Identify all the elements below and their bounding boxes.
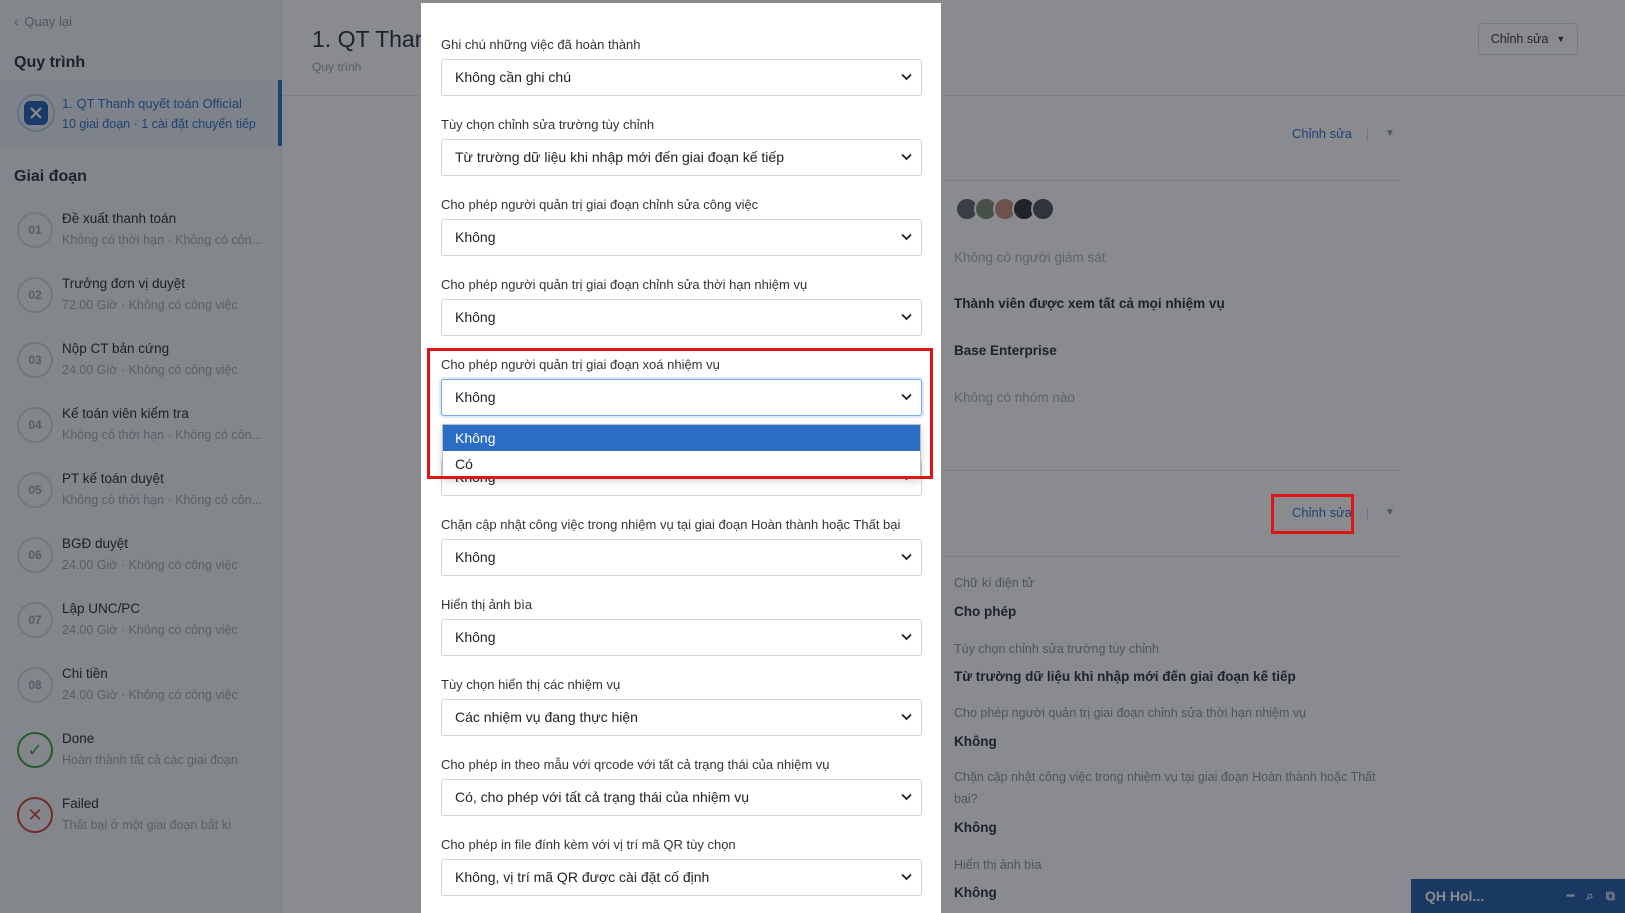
- settings-modal: Ghi chú những việc đã hoàn thành Không cầ…: [421, 3, 941, 913]
- field-label: Tùy chọn chỉnh sửa trường tùy chỉnh: [441, 117, 655, 132]
- settings-field: Tùy chọn chỉnh sửa trường tùy chỉnh Từ tr…: [441, 117, 922, 176]
- select-value: Không, vị trí mã QR được cài đặt cố định: [455, 869, 710, 885]
- highlight-box: [427, 348, 933, 479]
- settings-field: Cho phép người quản trị giai đoạn chỉnh …: [441, 197, 922, 256]
- field-select[interactable]: Không: [441, 219, 922, 256]
- settings-field: Tùy chọn hiển thị các nhiệm vụ Các nhiệm …: [441, 677, 922, 736]
- chevron-down-icon: [901, 713, 912, 721]
- chevron-down-icon: [901, 553, 912, 561]
- field-select[interactable]: Không: [441, 299, 922, 336]
- select-value: Không: [455, 549, 496, 565]
- field-label: Cho phép người quản trị giai đoạn chỉnh …: [441, 197, 759, 212]
- settings-field: Ghi chú những việc đã hoàn thành Không cầ…: [441, 37, 922, 96]
- field-label: Cho phép in theo mẫu với qrcode với tất …: [441, 757, 830, 772]
- field-label: Cho phép in file đính kèm với vị trí mã …: [441, 837, 736, 852]
- chevron-down-icon: [901, 793, 912, 801]
- settings-field: Cho phép in theo mẫu với qrcode với tất …: [441, 757, 922, 816]
- field-label: Cho phép người quản trị giai đoạn chỉnh …: [441, 277, 808, 292]
- field-select[interactable]: Có, cho phép với tất cả trạng thái của n…: [441, 779, 922, 816]
- chevron-down-icon: [901, 153, 912, 161]
- field-label: Chặn cập nhật công việc trong nhiệm vụ t…: [441, 517, 901, 532]
- select-value: Không: [455, 629, 496, 645]
- field-select[interactable]: Các nhiệm vụ đang thực hiện: [441, 699, 922, 736]
- select-value: Không: [455, 229, 496, 245]
- select-value: Có, cho phép với tất cả trạng thái của n…: [455, 789, 750, 805]
- select-value: Các nhiệm vụ đang thực hiện: [455, 709, 638, 725]
- chevron-down-icon: [901, 233, 912, 241]
- chevron-down-icon: [901, 873, 912, 881]
- settings-field: Cho phép người quản trị giai đoạn chỉnh …: [441, 277, 922, 336]
- select-value: Không: [455, 309, 496, 325]
- field-select[interactable]: Không, vị trí mã QR được cài đặt cố định: [441, 859, 922, 896]
- field-label: Tùy chọn hiển thị các nhiệm vụ: [441, 677, 621, 692]
- field-select[interactable]: Không cần ghi chú: [441, 59, 922, 96]
- field-label: Hiển thị ảnh bìa: [441, 597, 533, 612]
- field-select[interactable]: Không: [441, 539, 922, 576]
- select-value: Không cần ghi chú: [455, 69, 571, 85]
- select-value: Từ trường dữ liệu khi nhập mới đến giai …: [455, 149, 784, 165]
- chevron-down-icon: [901, 633, 912, 641]
- settings-field: Chặn cập nhật công việc trong nhiệm vụ t…: [441, 517, 922, 576]
- settings-field: Hiển thị ảnh bìa Không: [441, 597, 922, 656]
- field-select[interactable]: Từ trường dữ liệu khi nhập mới đến giai …: [441, 139, 922, 176]
- chevron-down-icon: [901, 73, 912, 81]
- highlight-box: [1271, 494, 1354, 534]
- field-label: Ghi chú những việc đã hoàn thành: [441, 37, 641, 52]
- field-select[interactable]: Không: [441, 619, 922, 656]
- settings-field: Cho phép in file đính kèm với vị trí mã …: [441, 837, 922, 896]
- chevron-down-icon: [901, 313, 912, 321]
